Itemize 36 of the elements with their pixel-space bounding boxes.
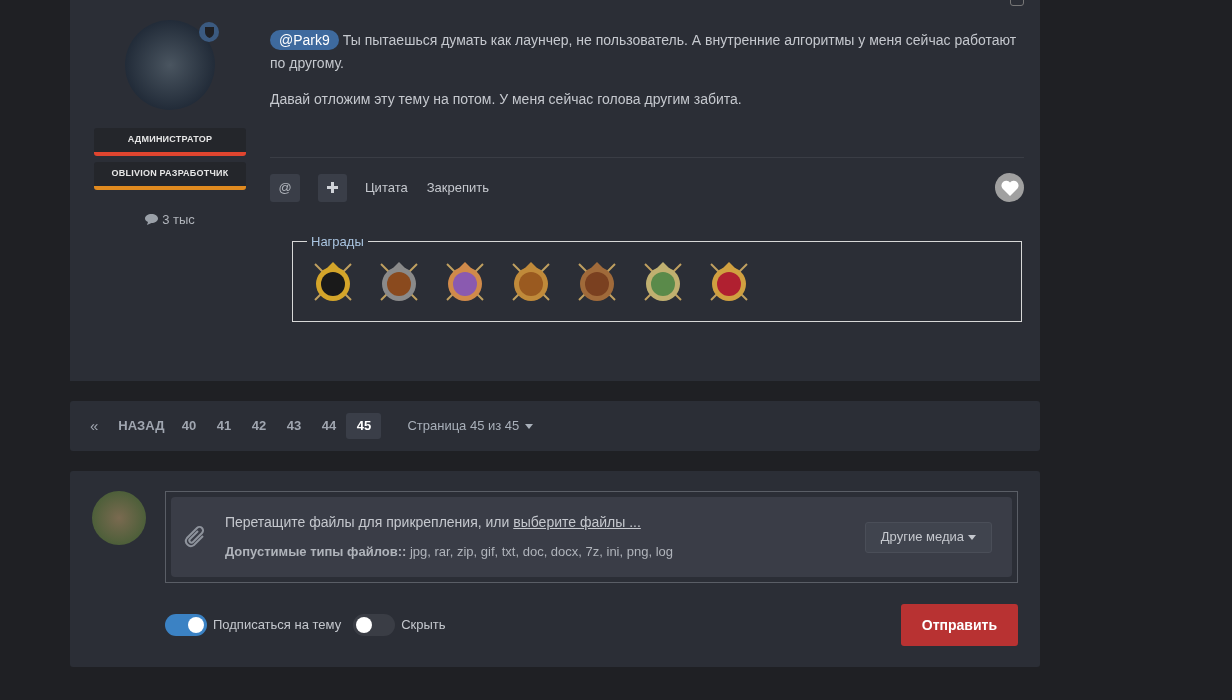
caret-icon bbox=[525, 423, 534, 429]
awards-legend: Награды bbox=[307, 232, 368, 252]
post-paragraph: Давай отложим эту тему на потом. У меня сейчас голова другим забита. bbox=[270, 90, 743, 109]
like-button[interactable] bbox=[995, 173, 1024, 202]
other-media-button[interactable]: Другие медиа bbox=[864, 521, 992, 553]
previous-link[interactable]: НАЗАД bbox=[118, 416, 165, 436]
pin-link[interactable]: Закрепить bbox=[426, 177, 489, 198]
user-avatar-picture bbox=[92, 491, 146, 545]
page-link[interactable]: 42 bbox=[241, 413, 277, 439]
shield-badge-icon bbox=[199, 22, 219, 42]
mention-button[interactable]: @ bbox=[270, 173, 300, 202]
upload-instructions: Перетащите файлы для прикрепления, или выберите файлы ... bbox=[224, 513, 642, 533]
mention-link[interactable]: @Park9 bbox=[270, 30, 339, 50]
toggle-label: Скрыть bbox=[401, 616, 446, 635]
speech-bubble-icon bbox=[145, 214, 159, 226]
toggle-switch[interactable] bbox=[165, 614, 207, 636]
post-count: 3 тыс bbox=[162, 211, 195, 229]
page-link[interactable]: 40 bbox=[171, 413, 207, 439]
quote-link[interactable]: Цитата bbox=[365, 177, 408, 198]
choose-files-link[interactable]: выберите файлы ... bbox=[513, 514, 641, 531]
page-selector[interactable]: Страница 45 из 45 bbox=[407, 416, 534, 436]
toggle-switch[interactable] bbox=[353, 614, 396, 636]
submit-button[interactable]: Отправить bbox=[900, 604, 1018, 646]
toggle-label: Подписаться на тему bbox=[213, 616, 342, 635]
plus-icon bbox=[327, 182, 338, 193]
role-badge: АДМИНИСТРАТОР bbox=[94, 128, 246, 156]
page-link[interactable]: 41 bbox=[206, 413, 242, 439]
page-link[interactable]: 44 bbox=[311, 413, 347, 439]
page-link[interactable]: 43 bbox=[276, 413, 312, 439]
role-badge: OBLIVION РАЗРАБОТЧИК bbox=[94, 162, 246, 190]
caret-icon bbox=[968, 534, 976, 540]
allowed-file-types: Допустимые типы файлов:: jpg, rar, zip, gif, txt, doc, docx, 7z, ini, png, log bbox=[224, 543, 673, 562]
post-paragraph: @Park9 Ты пытаешься думать как лаунчер, не пользователь. А внутренние алгоритмы у меня сейчас работают по другому. bbox=[270, 29, 1018, 73]
page-link[interactable]: 45 bbox=[346, 413, 382, 439]
add-button[interactable] bbox=[318, 173, 347, 202]
heart-icon bbox=[1000, 179, 1019, 196]
